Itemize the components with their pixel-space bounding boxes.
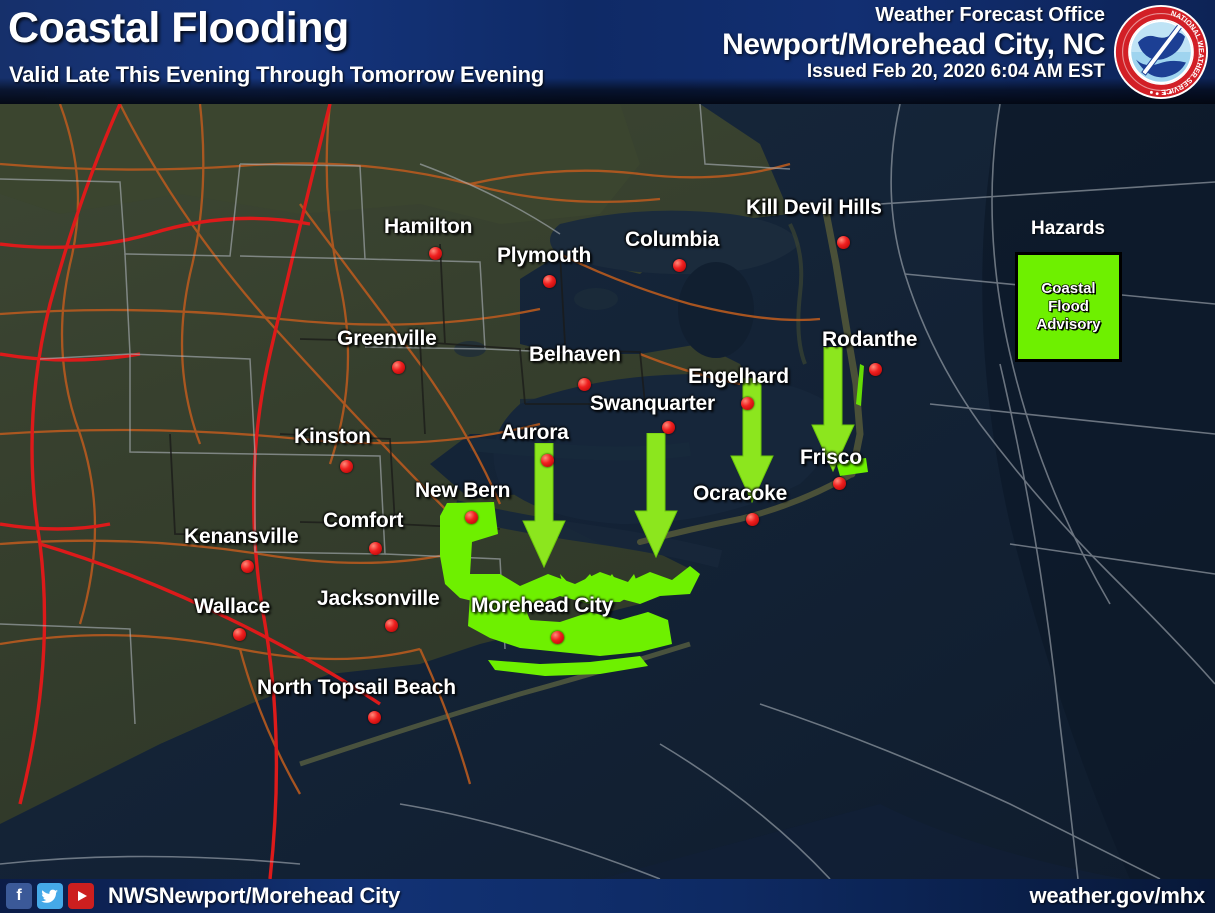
city-label: Comfort: [323, 509, 404, 532]
header-banner: Coastal Flooding Valid Late This Evening…: [0, 0, 1215, 104]
legend-label-line1: Coastal: [1041, 279, 1096, 297]
city-marker-dot[interactable]: [233, 628, 246, 641]
weather-graphic: Coastal Flooding Valid Late This Evening…: [0, 0, 1215, 913]
office-name: Newport/Morehead City, NC: [722, 27, 1105, 61]
city-marker-dot[interactable]: [385, 619, 398, 632]
social-handle: NWSNewport/Morehead City: [108, 883, 401, 908]
city-label: Swanquarter: [590, 392, 715, 415]
arrow-pamlico-sound: [634, 433, 678, 558]
city-label: Morehead City: [471, 594, 614, 617]
city-marker-dot[interactable]: [465, 511, 478, 524]
facebook-glyph: f: [16, 887, 22, 904]
twitter-bird-glyph: [41, 889, 58, 903]
city-label: Kinston: [294, 425, 371, 448]
office-block: Weather Forecast Office Newport/Morehead…: [722, 4, 1105, 84]
twitter-icon[interactable]: [37, 883, 63, 909]
facebook-icon[interactable]: f: [6, 883, 32, 909]
city-marker-dot[interactable]: [543, 275, 556, 288]
forecast-map[interactable]: Hamilton Plymouth Columbia Kill Devil Hills…: [0, 104, 1215, 879]
city-marker-dot[interactable]: [369, 542, 382, 555]
city-marker-dot[interactable]: [429, 247, 442, 260]
city-marker-dot[interactable]: [869, 363, 882, 376]
valid-period: Valid Late This Evening Through Tomorrow…: [9, 62, 545, 87]
footer-bar: f NWSNewport/Morehead City weather.gov/m…: [0, 879, 1215, 913]
city-marker-dot[interactable]: [551, 631, 564, 644]
website-url: weather.gov/mhx: [1029, 883, 1205, 908]
youtube-icon[interactable]: [68, 883, 94, 909]
nws-seal-icon: NATIONAL WEATHER SERVICE: [1113, 4, 1209, 100]
city-marker-dot[interactable]: [368, 711, 381, 724]
city-marker-dot[interactable]: [541, 454, 554, 467]
city-label: Wallace: [194, 595, 271, 618]
city-label: Ocracoke: [693, 482, 788, 505]
city-label: Aurora: [501, 421, 569, 444]
city-marker-dot[interactable]: [578, 378, 591, 391]
city-label: Belhaven: [529, 343, 621, 366]
city-marker-dot[interactable]: [392, 361, 405, 374]
city-label: North Topsail Beach: [257, 676, 456, 699]
city-label: Jacksonville: [317, 587, 440, 610]
city-marker-dot[interactable]: [837, 236, 850, 249]
city-label: Columbia: [625, 228, 720, 251]
city-label: Engelhard: [688, 365, 789, 388]
city-label: Frisco: [800, 446, 862, 469]
legend-label-line2: Flood: [1048, 297, 1089, 315]
city-marker-dot[interactable]: [833, 477, 846, 490]
city-marker-dot[interactable]: [746, 513, 759, 526]
office-label: Weather Forecast Office: [875, 4, 1105, 26]
city-marker-dot[interactable]: [673, 259, 686, 272]
city-marker-dot[interactable]: [241, 560, 254, 573]
youtube-play-glyph: [78, 891, 87, 901]
city-label: Hamilton: [384, 215, 473, 238]
city-label: Rodanthe: [822, 328, 918, 351]
city-label: New Bern: [415, 479, 511, 502]
city-label: Plymouth: [497, 244, 592, 267]
legend-swatch-coastal-flood-advisory[interactable]: Coastal Flood Advisory: [1015, 252, 1122, 362]
issued-timestamp: Issued Feb 20, 2020 6:04 AM EST: [806, 61, 1105, 83]
legend-label-line3: Advisory: [1036, 316, 1101, 334]
city-marker-dot[interactable]: [662, 421, 675, 434]
city-marker-dot[interactable]: [340, 460, 353, 473]
city-label: Kenansville: [184, 525, 299, 548]
legend-title: Hazards: [1031, 218, 1105, 239]
city-label: Greenville: [337, 327, 437, 350]
city-marker-dot[interactable]: [741, 397, 754, 410]
page-title: Coastal Flooding: [8, 4, 349, 52]
city-label: Kill Devil Hills: [746, 196, 882, 219]
